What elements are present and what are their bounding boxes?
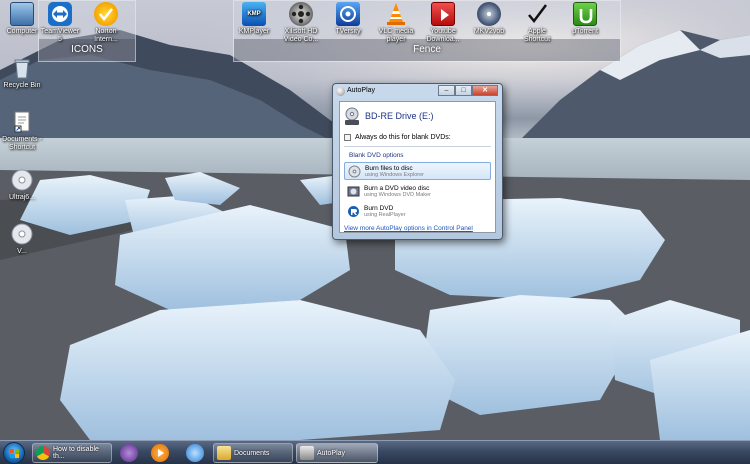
chrome-icon <box>36 446 50 460</box>
bd-drive-icon <box>344 107 360 125</box>
maximize-button[interactable]: □ <box>455 85 472 96</box>
mkv2vob-icon <box>477 2 501 26</box>
network-pin-icon[interactable] <box>186 444 204 462</box>
desktop-icon-youtube-downloader[interactable]: Youtube Downloa... <box>421 2 465 44</box>
desktop-icon-teamviewer[interactable]: TeamViewer 5 <box>38 2 82 44</box>
vlc-cone-icon <box>384 2 408 26</box>
option-subtitle: using Windows Explorer <box>365 171 424 178</box>
option-title: Burn DVD <box>364 204 394 212</box>
drive-title: BD-RE Drive (E:) <box>365 111 434 121</box>
option-title: Burn a DVD video disc <box>364 184 430 192</box>
taskbar-button-autoplay[interactable]: AutoPlay <box>296 443 378 463</box>
apple-shortcut-icon <box>525 2 549 26</box>
autoplay-icon <box>300 446 314 460</box>
folder-icon <box>217 446 231 460</box>
recycle-bin-icon <box>10 56 34 80</box>
always-do-this-checkbox[interactable] <box>344 134 351 141</box>
more-autoplay-options-link[interactable]: View more AutoPlay options in Control Pa… <box>344 225 473 232</box>
section-divider <box>344 146 491 147</box>
taskbar-button-label: AutoPlay <box>317 449 346 457</box>
desktop-icon-disc-2[interactable]: V... <box>0 222 44 256</box>
option-subtitle: using Windows DVD Maker <box>364 191 431 198</box>
desktop-icon-kmplayer[interactable]: KMP KMPlayer <box>232 2 276 36</box>
option-burn-dvd-video[interactable]: Burn a DVD video disc using Windows DVD … <box>344 182 491 200</box>
option-title: Burn files to disc <box>365 164 413 172</box>
desktop-icon-documents-shortcut[interactable]: Documents - Shortcut <box>0 110 44 152</box>
desktop-icon-vlc[interactable]: VLC media player <box>374 2 418 44</box>
desktop-icon-mkv2vob[interactable]: MKV2vob <box>467 2 511 36</box>
computer-icon <box>10 2 34 26</box>
desktop-icon-apple-shortcut[interactable]: Apple Shortcut <box>515 2 559 44</box>
start-button[interactable] <box>3 442 25 464</box>
window-controls: – □ ✕ <box>438 85 498 96</box>
disc-icon <box>10 168 34 192</box>
documents-shortcut-icon <box>10 110 34 134</box>
youtube-downloader-icon <box>431 2 455 26</box>
teamviewer-icon <box>48 2 72 26</box>
window-titlebar[interactable]: AutoPlay – □ ✕ <box>333 84 502 100</box>
desktop-icon-tversity[interactable]: TVersity <box>326 2 370 36</box>
option-burn-dvd-realplayer[interactable]: Burn DVD using RealPlayer <box>344 202 491 220</box>
minimize-button[interactable]: – <box>438 85 455 96</box>
taskbar-button-label: How to disable th... <box>53 446 99 460</box>
film-reel-icon <box>289 2 313 26</box>
autoplay-app-icon <box>336 87 345 96</box>
realplayer-icon <box>347 205 360 218</box>
section-label: Blank DVD options <box>349 152 404 159</box>
kmplayer-icon: KMP <box>242 2 266 26</box>
always-do-this-label: Always do this for blank DVDs: <box>355 134 451 141</box>
option-burn-files[interactable]: Burn files to disc using Windows Explore… <box>344 162 491 180</box>
taskbar-button-chrome[interactable]: How to disable th... <box>32 443 112 463</box>
utorrent-icon <box>573 2 597 26</box>
close-button[interactable]: ✕ <box>472 85 498 96</box>
burn-disc-icon <box>348 165 361 178</box>
taskbar-button-documents[interactable]: Documents <box>213 443 293 463</box>
option-subtitle: using RealPlayer <box>364 211 406 218</box>
media-player-pin-icon[interactable] <box>151 444 169 462</box>
tversity-icon <box>336 2 360 26</box>
desktop-icon-utorrent[interactable]: μTorrent <box>563 2 607 36</box>
drive-header: BD-RE Drive (E:) <box>344 107 434 125</box>
kmplayer-pin-icon[interactable] <box>120 444 138 462</box>
desktop-icon-norton[interactable]: Norton Intern... <box>84 2 128 44</box>
desktop-icon-disc[interactable]: Ultraj6... <box>0 168 44 202</box>
desktop-icon-recycle-bin[interactable]: Recycle Bin <box>0 56 44 90</box>
autoplay-window[interactable]: AutoPlay – □ ✕ BD-RE Drive (E:) Always d… <box>332 83 503 240</box>
taskbar: How to disable th... Documents AutoPlay <box>0 440 750 464</box>
window-title: AutoPlay <box>347 87 376 94</box>
disc-icon-2 <box>10 222 34 246</box>
taskbar-button-label: Documents <box>234 449 270 457</box>
always-do-this-row[interactable]: Always do this for blank DVDs: <box>344 134 451 141</box>
desktop-icon-xilisoft[interactable]: Xilisoft HD Video Co... <box>279 2 323 44</box>
norton-icon <box>94 2 118 26</box>
dvd-maker-icon <box>347 185 360 198</box>
window-body: BD-RE Drive (E:) Always do this for blan… <box>339 101 496 233</box>
windows-flag-icon <box>10 449 19 458</box>
